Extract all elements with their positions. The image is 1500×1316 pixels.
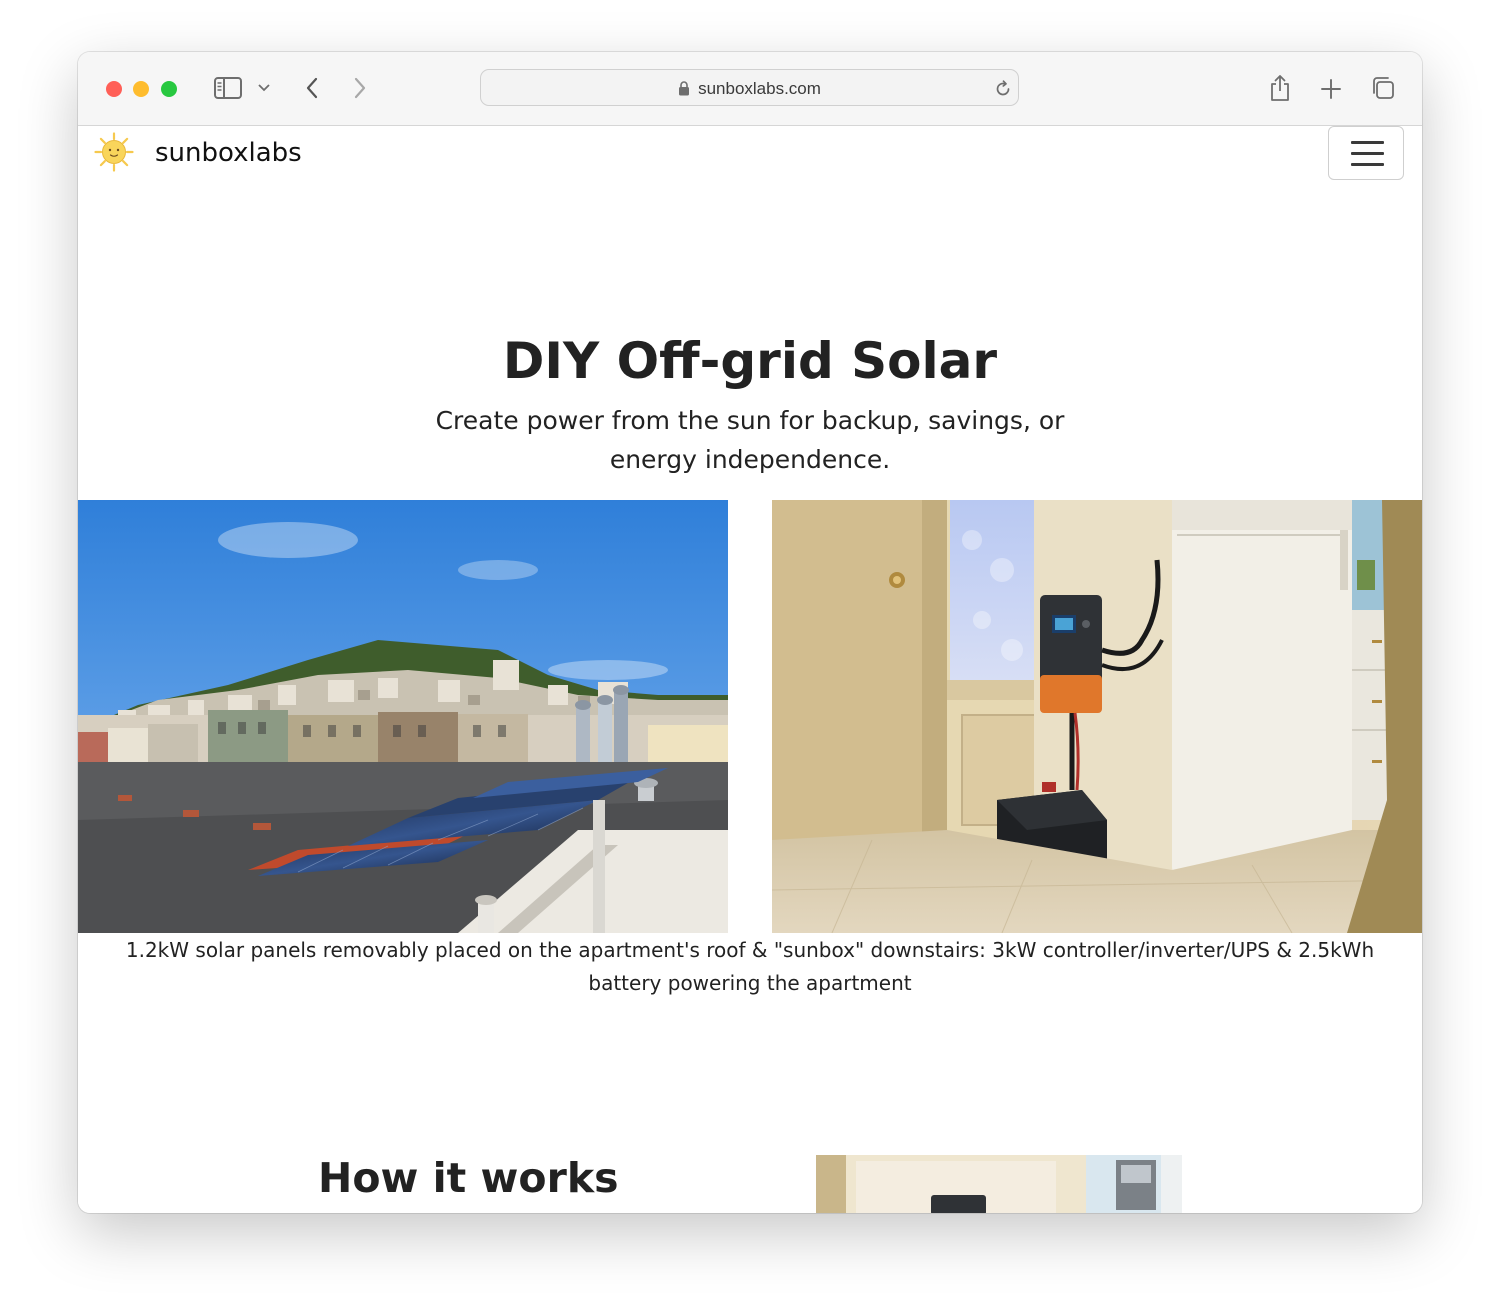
sunbox-indoor-photo xyxy=(772,500,1422,933)
page-title: DIY Off-grid Solar xyxy=(502,332,998,390)
hamburger-line xyxy=(1351,152,1384,155)
reload-icon[interactable] xyxy=(993,79,1013,99)
sidebar-icon[interactable] xyxy=(210,74,246,102)
page-subtitle: Create power from the sun for backup, sa… xyxy=(435,406,1065,474)
hamburger-menu-button[interactable] xyxy=(1328,126,1404,180)
url-display[interactable]: sunboxlabs.com xyxy=(481,79,1018,99)
url-text: sunboxlabs.com xyxy=(698,79,821,98)
sun-icon[interactable] xyxy=(94,132,134,172)
rooftop-solar-photo xyxy=(78,500,728,933)
brand-name[interactable]: sunboxlabs xyxy=(155,138,302,168)
browser-toolbar: sunboxlabs.com xyxy=(78,52,1422,126)
minimize-window-button[interactable] xyxy=(133,81,149,97)
share-icon[interactable] xyxy=(1266,72,1294,104)
zoom-window-button[interactable] xyxy=(161,81,177,97)
hamburger-line xyxy=(1351,163,1384,166)
section-title-how-it-works: How it works xyxy=(318,1154,619,1202)
how-it-works-photo xyxy=(816,1155,1182,1213)
chevron-left-icon[interactable] xyxy=(300,74,324,102)
hamburger-menu-icon xyxy=(1351,141,1384,144)
address-bar[interactable]: sunboxlabs.com xyxy=(480,69,1019,106)
tabs-icon[interactable] xyxy=(1369,74,1397,102)
browser-window: sunboxlabs.com sunboxlabs DIY Off-grid S… xyxy=(78,52,1422,1213)
chevron-down-icon[interactable] xyxy=(254,80,274,96)
lock-icon xyxy=(679,81,690,96)
gallery-caption: 1.2kW solar panels removably placed on t… xyxy=(125,938,1375,995)
chevron-right-icon[interactable] xyxy=(348,74,372,102)
plus-icon[interactable] xyxy=(1318,76,1344,102)
close-window-button[interactable] xyxy=(106,81,122,97)
page-content: sunboxlabs DIY Off-grid Solar Create pow… xyxy=(78,126,1422,1213)
